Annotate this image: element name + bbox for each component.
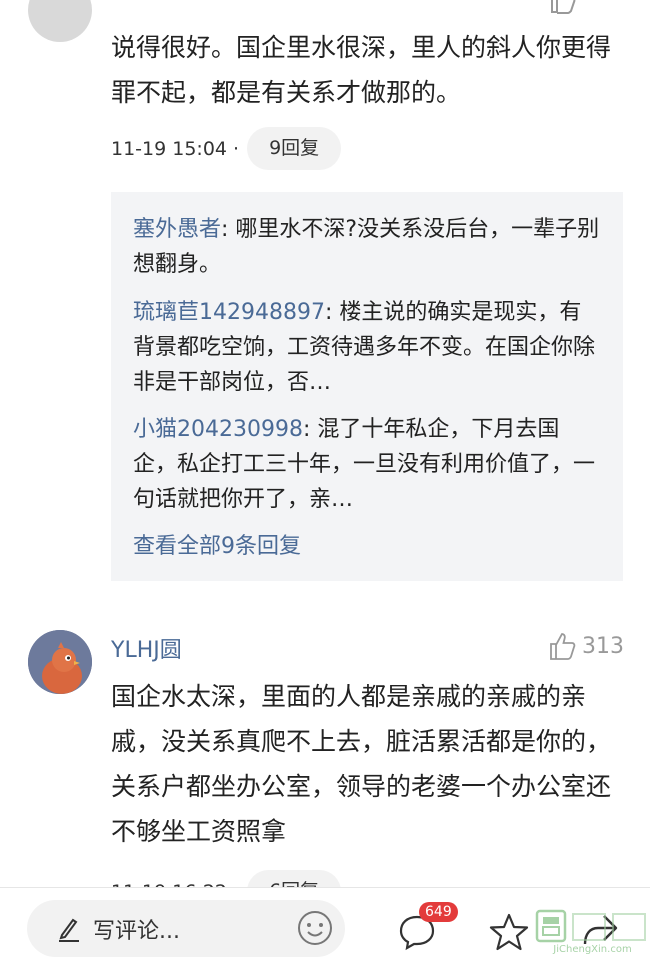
bird-avatar-icon [28,630,92,694]
reply-count-button[interactable]: 9回复 [247,127,342,170]
emoji-icon[interactable] [297,910,333,946]
watermark-text: JiChengXin.com [553,944,632,955]
reply-author[interactable]: 塞外愚者 [133,217,221,242]
comment-meta: 11-19 15:04 · 9回复 [111,127,342,170]
pencil-icon [59,918,79,942]
meta-separator: · [233,137,240,160]
like-count: 313 [582,633,624,659]
comment-input-placeholder: 写评论... [93,918,180,944]
comment-username[interactable]: YLHJ圆 [111,632,182,664]
site-watermark: JiChengXin.com [535,908,650,957]
reply-item[interactable]: 琉璃苣142948897: 楼主说的确实是现实，有背景都吃空饷，工资待遇多年不变… [133,295,603,400]
comment-count-badge: 649 [419,902,458,922]
like-button[interactable] [548,0,576,20]
comment-text: 说得很好。国企里水很深，里人的斜人你更得罪不起，都是有关系才做那的。 [111,33,612,107]
avatar[interactable] [28,630,92,694]
watermark-logo-icon [535,909,646,943]
comment-text: 国企水太深，里面的人都是亲戚的亲戚的亲戚，没关系真爬不上去，脏活累活都是你的，关… [111,682,612,846]
reply-item[interactable]: 小猫204230998: 混了十年私企，下月去国企，私企打工三十年，一旦没有利用… [133,412,603,517]
reply-author[interactable]: 琉璃苣142948897 [133,300,325,325]
comment-input[interactable]: 写评论... [27,900,345,957]
reply-item[interactable]: 塞外愚者: 哪里水不深?没关系没后台，一辈子别想翻身。 [133,212,603,282]
comment-timestamp: 11-19 15:04 [111,137,228,160]
star-icon[interactable] [489,912,529,952]
like-button[interactable]: 313 [548,630,624,662]
avatar[interactable] [28,0,92,42]
thumbs-up-icon [550,633,576,660]
replies-preview: 塞外愚者: 哪里水不深?没关系没后台，一辈子别想翻身。 琉璃苣142948897… [111,192,623,581]
view-all-replies-link[interactable]: 查看全部9条回复 [133,528,301,560]
thumbs-up-icon [551,0,576,14]
reply-author[interactable]: 小猫204230998 [133,417,303,442]
